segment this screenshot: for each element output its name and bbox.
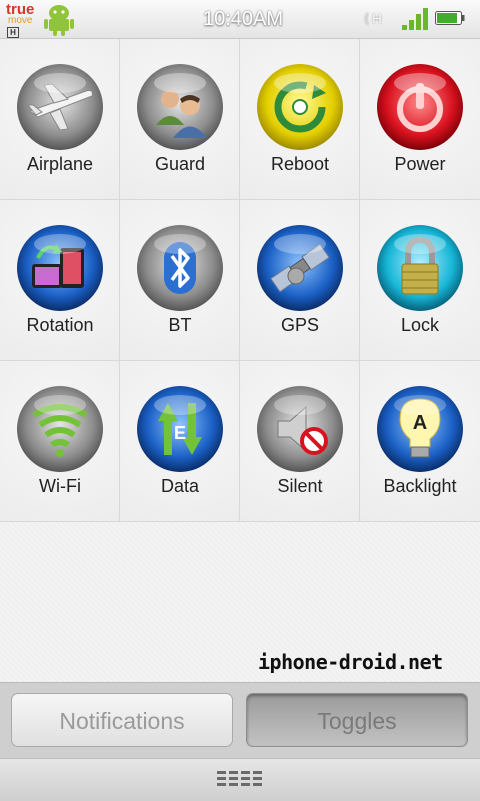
signal-bars-icon [402, 8, 428, 30]
airplane-icon [17, 64, 103, 150]
reboot-icon [257, 64, 343, 150]
toggle-label: Backlight [383, 476, 457, 496]
wifi-icon [17, 386, 103, 472]
toggle-label: Guard [154, 154, 206, 174]
toggle-label: Reboot [270, 154, 330, 174]
power-icon [377, 64, 463, 150]
status-bar: true move H 10:40AM H [0, 0, 480, 39]
toggle-lock[interactable]: Lock [360, 200, 480, 361]
toggle-bluetooth[interactable]: BT [120, 200, 240, 361]
toggle-airplane[interactable]: Airplane [0, 39, 120, 200]
svg-text:E: E [174, 423, 186, 443]
toggle-reboot[interactable]: Reboot [240, 39, 360, 200]
toggle-label: GPS [280, 315, 319, 335]
grip-icon [217, 771, 262, 786]
toggle-backlight[interactable]: A Backlight [360, 361, 480, 522]
satellite-icon [257, 225, 343, 311]
padlock-icon [377, 225, 463, 311]
tab-toggles[interactable]: Toggles [246, 693, 468, 747]
toggle-label: Silent [277, 476, 323, 496]
toggle-wifi[interactable]: Wi-Fi [0, 361, 120, 522]
toggle-label: Data [160, 476, 200, 496]
network-type-indicator: H [364, 9, 388, 29]
toggle-guard[interactable]: Guard [120, 39, 240, 200]
rotation-icon [17, 225, 103, 311]
tab-notifications[interactable]: Notifications [11, 693, 233, 747]
data-arrows-icon: E [137, 386, 223, 472]
toggle-gps[interactable]: GPS [240, 200, 360, 361]
toggle-label: BT [168, 315, 192, 335]
toggle-label: Power [394, 154, 446, 174]
lightbulb-icon: A [377, 386, 463, 472]
toggle-grid: Airplane Guard Reboot Power Rotation BT … [0, 39, 480, 522]
toggle-data[interactable]: E Data [120, 361, 240, 522]
battery-icon [435, 11, 465, 25]
toggle-power[interactable]: Power [360, 39, 480, 200]
toggle-label: Rotation [26, 315, 94, 335]
toggle-rotation[interactable]: Rotation [0, 200, 120, 361]
toggle-silent[interactable]: Silent [240, 361, 360, 522]
toggle-label: Wi-Fi [39, 476, 81, 496]
tab-bar: Notifications Toggles [0, 682, 480, 759]
guard-people-icon [137, 64, 223, 150]
silent-speaker-icon [257, 386, 343, 472]
watermark: iphone-droid.net [258, 650, 443, 674]
toggle-label: Lock [400, 315, 440, 335]
bluetooth-icon [137, 225, 223, 311]
svg-text:A: A [413, 412, 427, 434]
drawer-handle[interactable] [0, 758, 480, 801]
toggle-label: Airplane [26, 154, 94, 174]
